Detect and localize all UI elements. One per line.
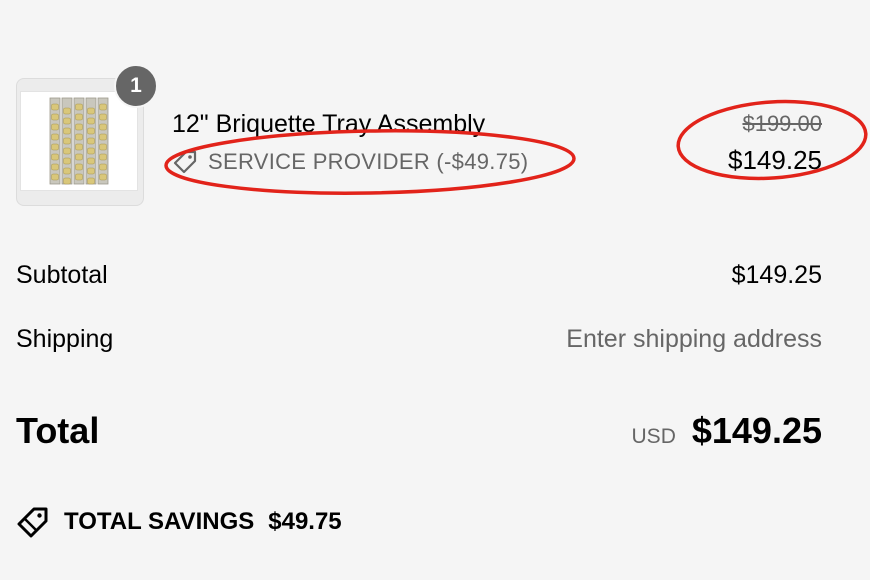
tag-icon <box>172 149 198 175</box>
total-row: Total USD $149.25 <box>16 406 822 456</box>
savings-value: $49.75 <box>268 508 342 535</box>
sale-price: $149.25 <box>728 145 822 175</box>
tag-icon <box>16 505 50 539</box>
quantity-badge: 1 <box>114 64 158 108</box>
subtotal-value: $149.25 <box>731 260 822 289</box>
total-amount: USD $149.25 <box>632 410 822 452</box>
price-column: $199.00 $149.25 <box>728 108 822 180</box>
subtotal-label: Subtotal <box>16 260 108 289</box>
order-line-item: 1 12" Briquette Tray Assembly SERVICE PR… <box>0 0 870 230</box>
total-label: Total <box>16 410 100 451</box>
total-value: $149.25 <box>691 410 822 451</box>
savings-label: TOTAL SAVINGS <box>64 508 255 535</box>
subtotal-row: Subtotal $149.25 <box>16 256 822 294</box>
product-image <box>20 91 138 191</box>
briquette-tray-image <box>49 97 109 185</box>
product-title: 12" Briquette Tray Assembly <box>172 110 486 138</box>
total-savings: TOTAL SAVINGS $49.75 <box>16 502 342 542</box>
shipping-value: Enter shipping address <box>566 324 822 353</box>
shipping-row: Shipping Enter shipping address <box>16 320 822 358</box>
discount-row: SERVICE PROVIDER (-$49.75) <box>172 146 528 178</box>
total-currency: USD <box>631 425 676 448</box>
discount-label: SERVICE PROVIDER (-$49.75) <box>208 149 529 174</box>
original-price: $199.00 <box>742 111 822 136</box>
shipping-label: Shipping <box>16 324 114 353</box>
